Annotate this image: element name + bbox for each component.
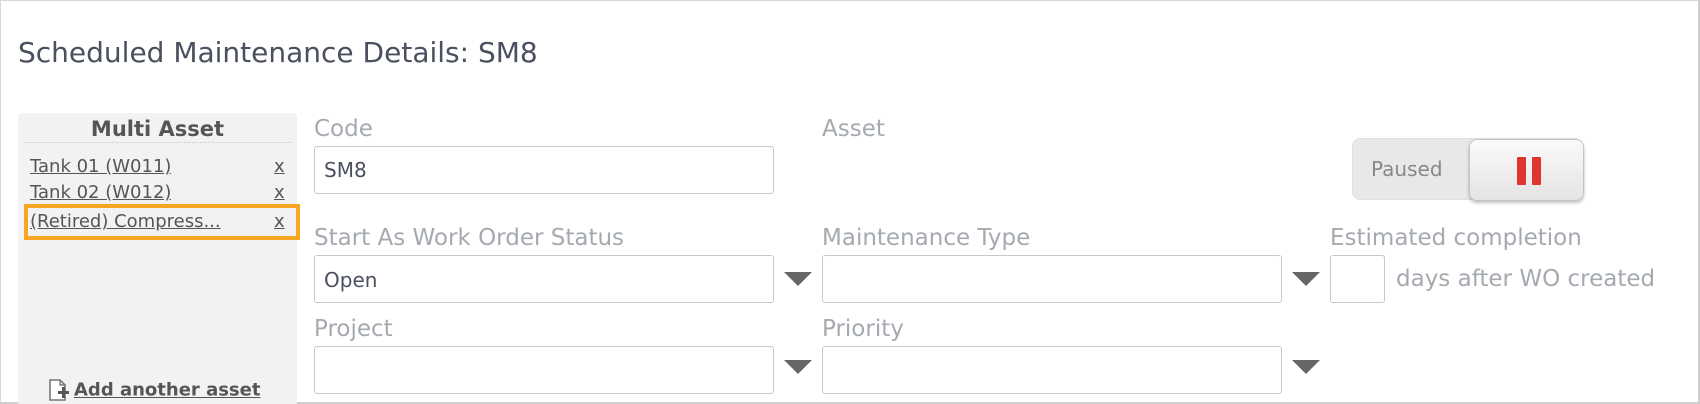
maintenance-type-select[interactable]: [822, 255, 1282, 303]
chevron-down-icon[interactable]: [1292, 272, 1320, 286]
multi-asset-panel: Multi Asset Tank 01 (W011) x Tank 02 (W0…: [18, 113, 300, 404]
asset-list-item-highlighted: (Retired) Compress... x: [24, 204, 300, 240]
asset-label: Asset: [822, 116, 885, 142]
code-label: Code: [314, 116, 373, 142]
panel-divider: [24, 142, 291, 143]
paused-label: Paused: [1371, 157, 1443, 181]
remove-asset-button[interactable]: x: [274, 181, 285, 205]
priority-label: Priority: [822, 316, 904, 342]
chevron-down-icon[interactable]: [784, 360, 812, 374]
multi-asset-title: Multi Asset: [90, 117, 225, 141]
asset-link[interactable]: (Retired) Compress...: [30, 210, 221, 234]
estimated-completion-label: Estimated completion: [1330, 225, 1582, 251]
estimated-days-input[interactable]: [1330, 255, 1385, 303]
add-document-icon: [46, 378, 70, 402]
add-another-asset-button[interactable]: Add another asset: [46, 378, 260, 402]
add-asset-label: Add another asset: [74, 379, 261, 401]
remove-asset-button[interactable]: x: [274, 210, 285, 234]
paused-toggle[interactable]: Paused: [1352, 138, 1584, 201]
toggle-knob[interactable]: [1469, 139, 1584, 201]
start-status-select[interactable]: Open: [314, 255, 774, 303]
asset-list-item: Tank 01 (W011) x: [30, 155, 285, 179]
remove-asset-button[interactable]: x: [274, 155, 285, 179]
chevron-down-icon[interactable]: [1292, 360, 1320, 374]
start-status-label: Start As Work Order Status: [314, 225, 625, 251]
project-label: Project: [314, 316, 393, 342]
project-select[interactable]: [314, 346, 774, 394]
chevron-down-icon[interactable]: [784, 272, 812, 286]
page-title: Scheduled Maintenance Details: SM8: [18, 36, 538, 69]
asset-link[interactable]: Tank 01 (W011): [30, 155, 171, 179]
maintenance-type-label: Maintenance Type: [822, 225, 1031, 251]
priority-select[interactable]: [822, 346, 1282, 394]
estimated-suffix: days after WO created: [1396, 266, 1656, 292]
asset-list-item: Tank 02 (W012) x: [30, 181, 285, 205]
asset-link[interactable]: Tank 02 (W012): [30, 181, 171, 205]
code-input[interactable]: [314, 146, 774, 194]
